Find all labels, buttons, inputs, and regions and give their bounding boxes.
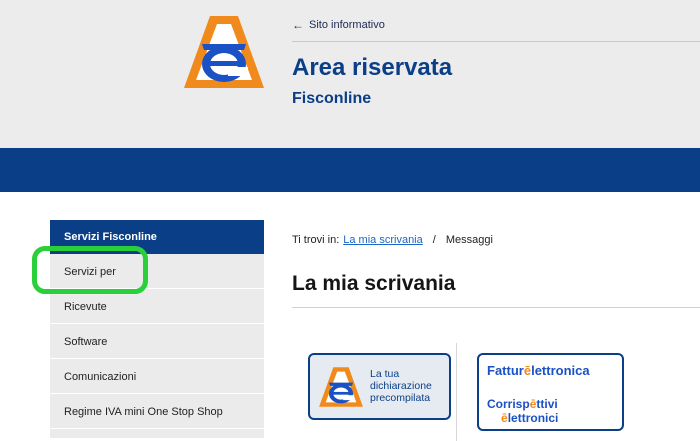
breadcrumb-current: Messaggi (445, 234, 493, 246)
highlight-annotation (32, 246, 148, 294)
agenzia-entrate-logo[interactable] (182, 14, 266, 90)
sidebar-item-regime-iva[interactable]: Regime IVA mini One Stop Shop (50, 394, 264, 429)
corrispettivi-part-1: Corrisp (487, 397, 530, 411)
sidebar-item-software[interactable]: Software (50, 324, 264, 359)
page-title: Area riservata (292, 54, 453, 81)
fattura-label-part-2: lettronica (531, 363, 590, 378)
e-logo-icon: ē (523, 363, 532, 378)
precompilata-line-1: La tua (370, 368, 400, 380)
breadcrumb-link-scrivania[interactable]: La mia scrivania (343, 234, 422, 246)
precompilata-line-2: dichiarazione (370, 380, 432, 392)
corrispettivi-part-3: lettronici (507, 411, 559, 425)
precompilata-line-3: precompilata (370, 392, 431, 404)
fattura-label-part-1: Fattur (487, 363, 524, 378)
sidebar-item-comunicazioni[interactable]: Comunicazioni (50, 359, 264, 394)
fattura-elettronica-card[interactable]: Fatturēlettronica Corrispēttivi ēlettron… (477, 353, 624, 431)
section-divider (292, 307, 700, 308)
breadcrumb-prefix: Ti trovi in: (292, 234, 340, 246)
section-heading: La mia scrivania (292, 272, 456, 295)
site-header: ← Sito informativo Area riservata Fiscon… (0, 0, 700, 148)
precompilata-card[interactable]: La tua dichiarazione precompilata (308, 353, 451, 420)
breadcrumb-separator: / (432, 234, 436, 246)
back-link-label: Sito informativo (309, 19, 385, 31)
corrispettivi-part-2: ttivi (536, 397, 558, 411)
corrispettivi-label: Corrispēttivi ēlettronici (487, 397, 558, 425)
breadcrumb: Ti trovi in: La mia scrivania / Messaggi (292, 234, 493, 246)
cards-divider (456, 343, 457, 441)
agenzia-entrate-small-logo-icon (319, 367, 363, 407)
page-subtitle: Fisconline (292, 90, 372, 107)
fattura-elettronica-label: Fatturēlettronica (487, 363, 590, 378)
header-divider (292, 41, 700, 42)
navigation-bar (0, 148, 700, 192)
precompilata-card-label: La tua dichiarazione precompilata (370, 368, 432, 404)
sidebar-item-ricevute[interactable]: Ricevute (50, 289, 264, 324)
arrow-left-icon: ← (292, 18, 304, 32)
sidebar-item-more[interactable] (50, 429, 264, 439)
e-logo-icon: ē (501, 411, 508, 425)
back-to-info-site-link[interactable]: ← Sito informativo (292, 18, 385, 32)
